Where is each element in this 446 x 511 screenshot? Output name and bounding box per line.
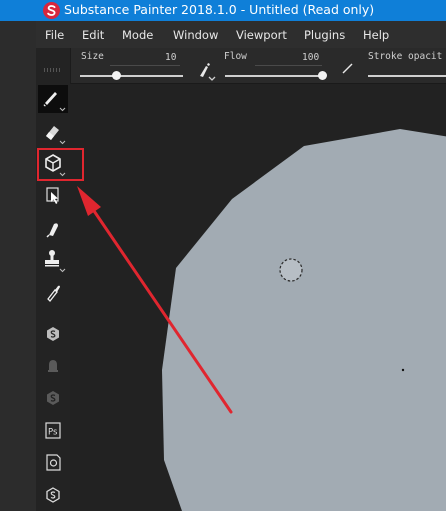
annotation-arrow <box>77 186 233 414</box>
